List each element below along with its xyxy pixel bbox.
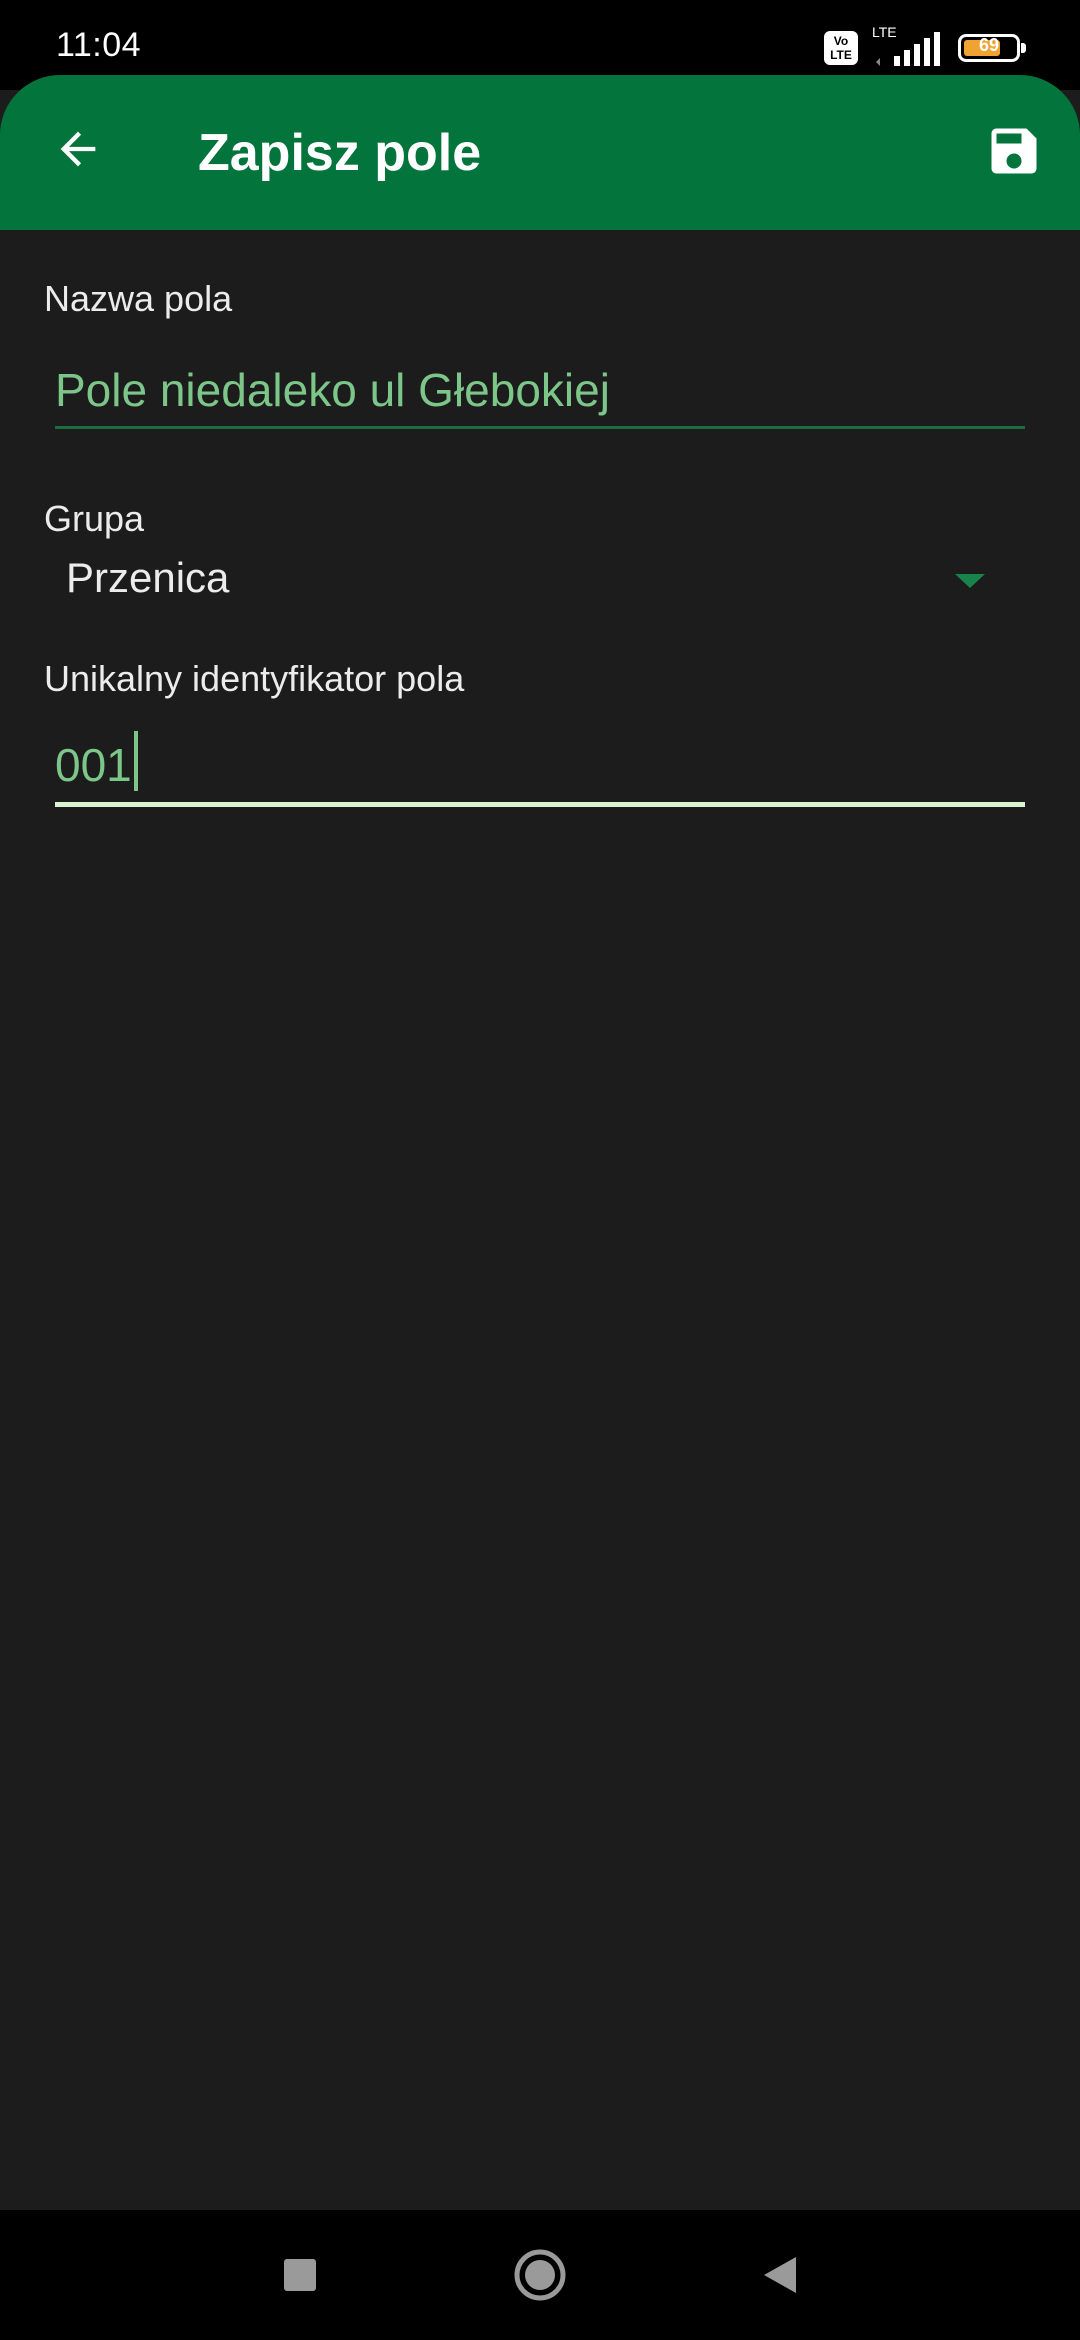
signal-icon: LTE	[872, 24, 944, 68]
system-nav-bar	[0, 2210, 1080, 2340]
group-label: Grupa	[44, 498, 145, 539]
nav-back-button[interactable]	[750, 2245, 810, 2305]
volte-icon: Vo LTE	[824, 31, 858, 65]
field-name-label: Nazwa pola	[44, 278, 233, 319]
back-button[interactable]	[42, 113, 114, 185]
triangle-back-icon	[764, 2257, 796, 2293]
text-cursor	[133, 731, 138, 791]
volte-icon-bottom: LTE	[830, 48, 852, 62]
page-title: Zapisz pole	[198, 124, 482, 182]
save-button[interactable]	[978, 115, 1050, 187]
home-button[interactable]	[510, 2245, 570, 2305]
field-id-label: Unikalny identyfikator pola	[44, 658, 465, 699]
arrow-back-icon	[60, 131, 96, 167]
status-icons: Vo LTE LTE 69	[824, 24, 1026, 68]
volte-icon-top: Vo	[833, 34, 849, 48]
app-bar: Zapisz pole	[0, 75, 1080, 230]
field-name-underline	[55, 426, 1025, 429]
square-recents-icon	[284, 2259, 316, 2291]
status-time: 11:04	[56, 26, 142, 64]
battery-tip	[1021, 43, 1026, 53]
field-name-input[interactable]: Pole niedaleko ul Głebokiej	[55, 355, 1025, 425]
battery-level: 69	[978, 35, 1000, 55]
field-id-value: 001	[55, 739, 132, 791]
field-id-underline	[55, 802, 1025, 807]
field-id-input[interactable]: 001	[55, 730, 1025, 800]
circle-home-icon	[514, 2249, 566, 2301]
group-select[interactable]: Przenica	[66, 554, 229, 602]
chevron-down-icon[interactable]	[955, 574, 985, 588]
battery-icon: 69	[958, 34, 1026, 62]
recents-button[interactable]	[270, 2245, 330, 2305]
floppy-disk-icon	[991, 128, 1037, 174]
